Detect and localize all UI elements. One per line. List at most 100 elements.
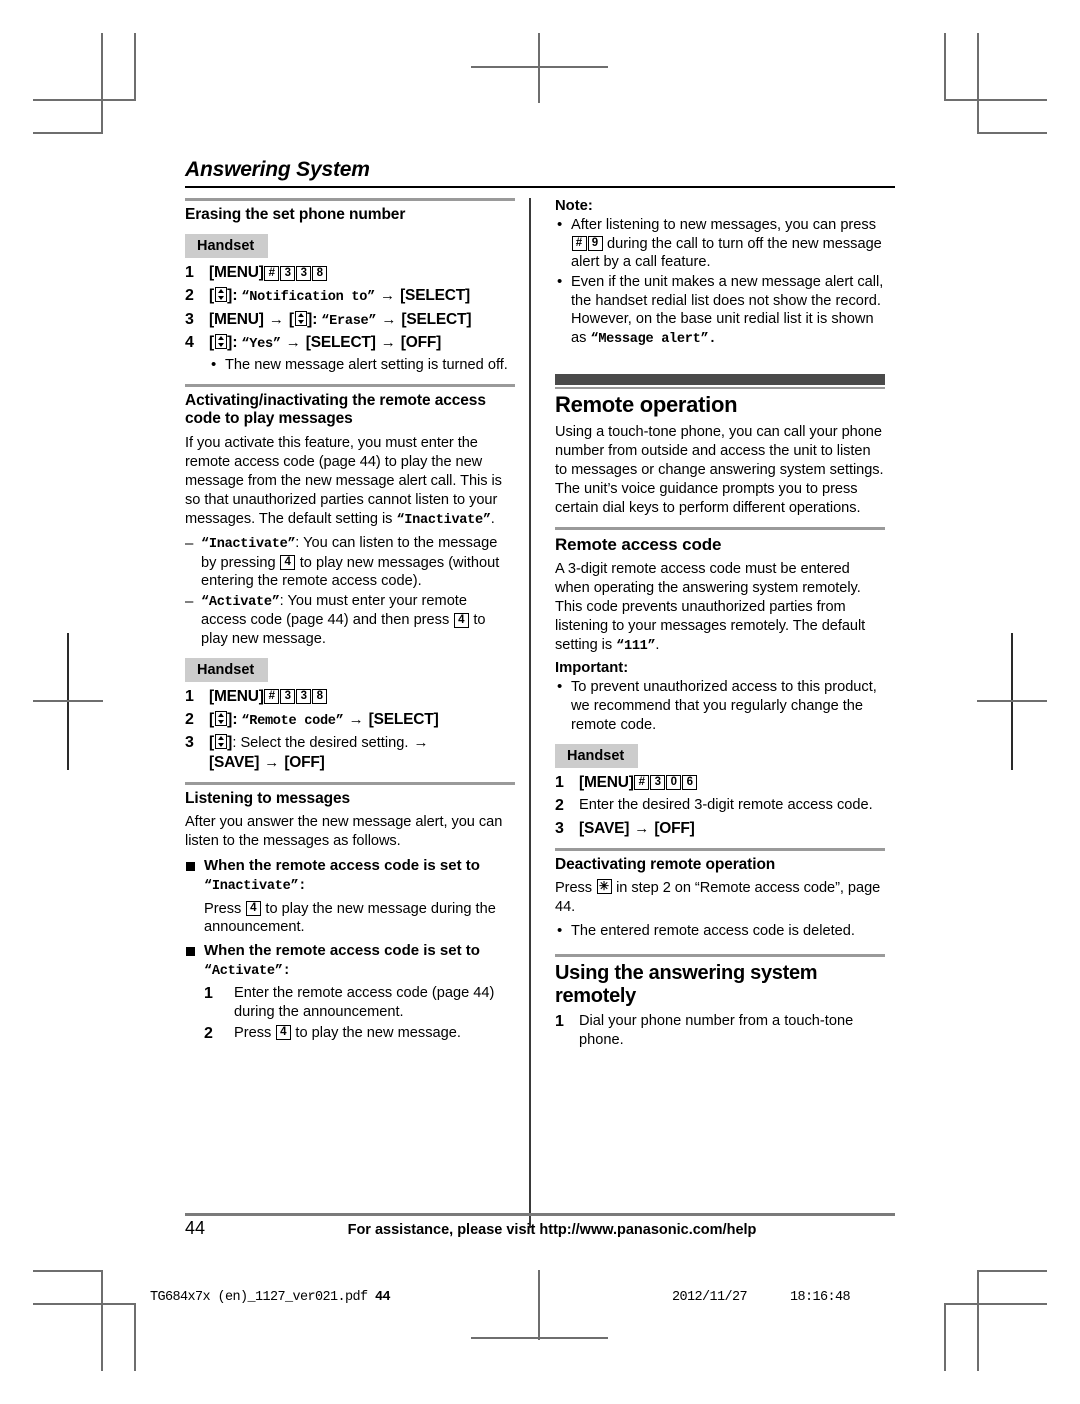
crop-mark-bottom-right-h1 — [944, 1303, 1047, 1305]
step-item: 1 Enter the remote access code (page 44)… — [185, 984, 515, 1021]
step-number: 4 — [185, 334, 194, 352]
step-text: [MENU] #3 3 8 — [209, 687, 515, 707]
step-item: 2 []: “Remote code” → [SELECT] — [185, 710, 515, 730]
section-rule — [185, 384, 515, 388]
section-rule — [185, 198, 515, 201]
note-text: After listening to new messages, you can… — [571, 217, 877, 233]
crop-mark-top-left-h1 — [33, 99, 136, 101]
crop-mark-top-right-v2 — [977, 33, 979, 134]
handset-tag: Handset — [185, 234, 269, 259]
key-digit-icon: 3 — [296, 265, 312, 281]
arrow-icon: → — [348, 710, 364, 728]
crop-mark-bottom-left-h1 — [33, 1303, 136, 1305]
display-string: Yes — [249, 337, 273, 353]
crop-mark-left-middle-h — [33, 700, 103, 702]
chapter-title: Answering System — [185, 158, 370, 181]
listening-cases-list: When the remote access code is set to “A… — [185, 941, 515, 981]
list-item: When the remote access code is set to “I… — [185, 856, 515, 896]
step-number: 3 — [185, 734, 194, 752]
deactivating-note-list: The entered remote access code is delete… — [555, 921, 885, 941]
key-star-icon: ✳ — [596, 879, 612, 895]
print-time: 18:16:48 — [790, 1290, 851, 1305]
step-number: 1 — [555, 773, 564, 791]
step-note-list: The new message alert setting is turned … — [185, 355, 515, 375]
step-instruction: : Select the desired setting. — [232, 735, 413, 752]
instruction-text: Press — [555, 879, 597, 896]
paragraph-deactivating: Press ✳ in step 2 on “Remote access code… — [555, 879, 885, 917]
paragraph-remote-operation: Using a touch-tone phone, you can call y… — [555, 424, 884, 516]
arrow-icon: → — [285, 334, 301, 352]
step-text: []: “Yes” → [SELECT] → [OFF] — [209, 334, 442, 353]
footer-rule — [185, 1213, 895, 1216]
navigator-key-icon: [] — [288, 310, 313, 328]
list-item: The new message alert setting is turned … — [209, 355, 515, 375]
heading-deactivating-remote-operation: Deactivating remote operation — [555, 855, 776, 873]
paragraph-activate-feature: If you activate this feature, you must e… — [185, 434, 502, 528]
arrow-icon: → — [380, 334, 396, 352]
section-rule — [185, 781, 515, 785]
display-string: Erase — [329, 313, 369, 329]
step-text: [MENU] → []: “Erase” → [SELECT] — [209, 310, 472, 329]
important-list: To prevent unauthorized access to this p… — [555, 677, 885, 734]
list-item: “Inactivate”: You can listen to the mess… — [185, 534, 515, 591]
step-number: 2 — [185, 710, 194, 728]
step-number: 1 — [555, 1013, 564, 1031]
step-item: 1 [MENU] #3 3 8 — [185, 687, 515, 707]
paragraph-remote-access-code: A 3-digit remote access code must be ent… — [555, 560, 866, 654]
crop-mark-bottom-left-v1 — [101, 1270, 103, 1371]
step-number: 1 — [204, 985, 213, 1003]
step-number: 3 — [555, 819, 564, 837]
quote-open: “ — [204, 879, 212, 895]
key-digit-icon: 4 — [245, 901, 261, 917]
print-file-name: TG684x7x (en)_1127_ver021.pdf — [150, 1290, 368, 1305]
quote-open: “ — [204, 964, 212, 980]
navigator-key-icon: [] — [209, 710, 233, 728]
heading-remote-access-code: Remote access code — [555, 534, 722, 554]
navigator-key-icon: [] — [209, 334, 233, 352]
step-text: []: “Remote code” → [SELECT] — [209, 710, 439, 729]
navigator-key-icon: [] — [209, 734, 233, 752]
menu-key-label: [MENU] — [209, 310, 264, 328]
key-digit-icon: 8 — [312, 689, 328, 705]
key-digit-icon: 8 — [312, 265, 328, 281]
arrow-icon: → — [381, 310, 397, 328]
step-item: 3 [SAVE] → [OFF] — [555, 819, 885, 839]
paragraph-text: A 3-digit remote access code must be ent… — [555, 560, 866, 653]
display-string: Message alert — [598, 332, 701, 348]
left-column: Erasing the set phone number Handset 1 [… — [185, 198, 529, 1228]
paragraph-listening-intro: After you answer the new message alert, … — [185, 814, 503, 849]
quote-open: “ — [321, 313, 330, 329]
instruction-text: Press — [204, 900, 246, 917]
note-list: After listening to new messages, you can… — [555, 215, 885, 348]
step-item: 3 [MENU] → []: “Erase” → [SELECT] — [185, 310, 515, 330]
heading-erasing-set-phone-number: Erasing the set phone number — [185, 206, 406, 223]
section-rule — [555, 954, 885, 958]
crop-mark-top-center-h — [471, 66, 608, 68]
list-item: After listening to new messages, you can… — [555, 215, 885, 272]
key-digit-icon: 9 — [587, 236, 603, 252]
instruction-text: Press — [234, 1024, 276, 1041]
quote-close: ” — [335, 713, 344, 729]
step-number: 2 — [555, 796, 564, 814]
step-item: 4 []: “Yes” → [SELECT] → [OFF] — [185, 333, 515, 353]
key-digit-icon: 3 — [650, 775, 666, 790]
off-key-label: [OFF] — [284, 753, 325, 771]
menu-key-label: [MENU] — [579, 773, 634, 791]
off-key-label: [OFF] — [400, 334, 442, 352]
step-text: Dial your phone number from a touch-tone… — [579, 1013, 854, 1048]
crop-mark-top-right-h2 — [977, 132, 1047, 134]
crop-mark-top-left-v2 — [134, 33, 136, 101]
navigator-key-icon: [] — [209, 287, 233, 305]
select-key-label: [SELECT] — [368, 710, 439, 728]
setting-options-list: “Inactivate”: You can listen to the mess… — [185, 534, 515, 648]
note-label: Note: — [555, 198, 593, 214]
crop-mark-bottom-right-v1 — [944, 1303, 946, 1371]
step-item: 3 []: Select the desired setting. → [SAV… — [185, 733, 515, 773]
key-digit-icon: 4 — [280, 555, 296, 571]
chapter-title-rule — [185, 186, 895, 188]
quote-close: ”: — [274, 964, 291, 980]
key-digit-icon: 4 — [275, 1025, 291, 1041]
right-column: Note: After listening to new messages, y… — [541, 198, 885, 1228]
step-item: 1 [MENU] #3 3 8 — [185, 263, 515, 283]
key-hash-icon: # — [264, 265, 280, 281]
